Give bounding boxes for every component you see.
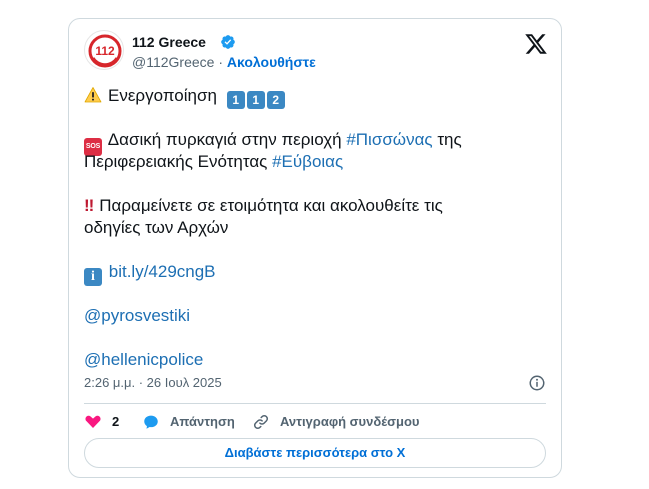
mention-pyrosvestiki[interactable]: @pyrosvestiki [84,306,190,325]
double-exclamation-icon: ‼ [84,196,94,215]
hashtag-evia[interactable]: #Εύβοιας [272,152,343,171]
fire-text-suffix: της [432,130,462,149]
author-name[interactable]: 112 Greece [132,33,206,51]
copy-link-label: Αντιγραφή συνδέσμου [280,414,420,429]
activation-text: Ενεργοποίηση [108,86,217,105]
avatar-logo-icon: 112 [88,34,122,68]
reply-icon [144,415,158,429]
copy-link-button[interactable]: Αντιγραφή συνδέσμου [252,412,422,432]
fire-text: Δασική πυρκαγιά στην περιοχή [104,130,347,149]
text-line-1: Ενεργοποίηση 112 [84,85,287,109]
avatar-text: 112 [95,44,115,58]
info-icon[interactable] [528,374,546,392]
keycap-icon: 2 [266,91,285,109]
keycap-icon: 1 [246,91,265,109]
divider [84,403,546,404]
text-line-8: @hellenicpolice [84,349,203,371]
link-icon [253,414,269,430]
handle-row: @112Greece · Ακολουθήστε [132,53,316,71]
instructions-text: οδηγίες των Αρχών [84,218,229,237]
readiness-text: Παραμείνετε σε ετοιμότητα και ακολουθείτ… [99,196,443,215]
text-line-7: @pyrosvestiki [84,305,190,327]
like-button[interactable]: 2 [84,412,124,432]
reply-label: Απάντηση [170,414,235,429]
follow-link[interactable]: Ακολουθήστε [227,54,316,70]
like-count: 2 [112,414,120,429]
heart-icon [85,415,101,428]
separator: · [218,54,224,70]
tweet-header: 112 112 Greece @112Greece · Ακολουθήστε [84,30,548,74]
text-line-3: Περιφερειακής Ενότητας #Εύβοιας [84,151,343,173]
tweet-timestamp[interactable]: 2:26 μ.μ. · 26 Ιουλ 2025 [84,375,222,391]
warning-icon [84,87,102,103]
hashtag-pissonas[interactable]: #Πισσώνας [346,130,432,149]
reply-button[interactable]: Απάντηση [142,412,242,432]
avatar[interactable]: 112 [84,30,124,70]
region-text: Περιφερειακής Ενότητας [84,152,273,171]
text-line-6: i bit.ly/429cngB [84,261,216,286]
mention-hellenicpolice[interactable]: @hellenicpolice [84,350,203,369]
author-handle[interactable]: @112Greece [132,54,214,70]
verified-icon [221,35,235,49]
info-emoji-icon: i [84,268,102,286]
x-logo-icon[interactable] [524,32,548,56]
keycap-icon: 1 [226,91,245,109]
text-line-5: οδηγίες των Αρχών [84,217,228,239]
tweet-card: 112 112 Greece @112Greece · Ακολουθήστε … [68,18,562,478]
read-more-button[interactable]: Διαβάστε περισσότερα στο X [84,438,546,468]
text-line-4: ‼ Παραμείνετε σε ετοιμότητα και ακολουθεί… [84,195,443,217]
short-link[interactable]: bit.ly/429cngB [109,262,216,281]
